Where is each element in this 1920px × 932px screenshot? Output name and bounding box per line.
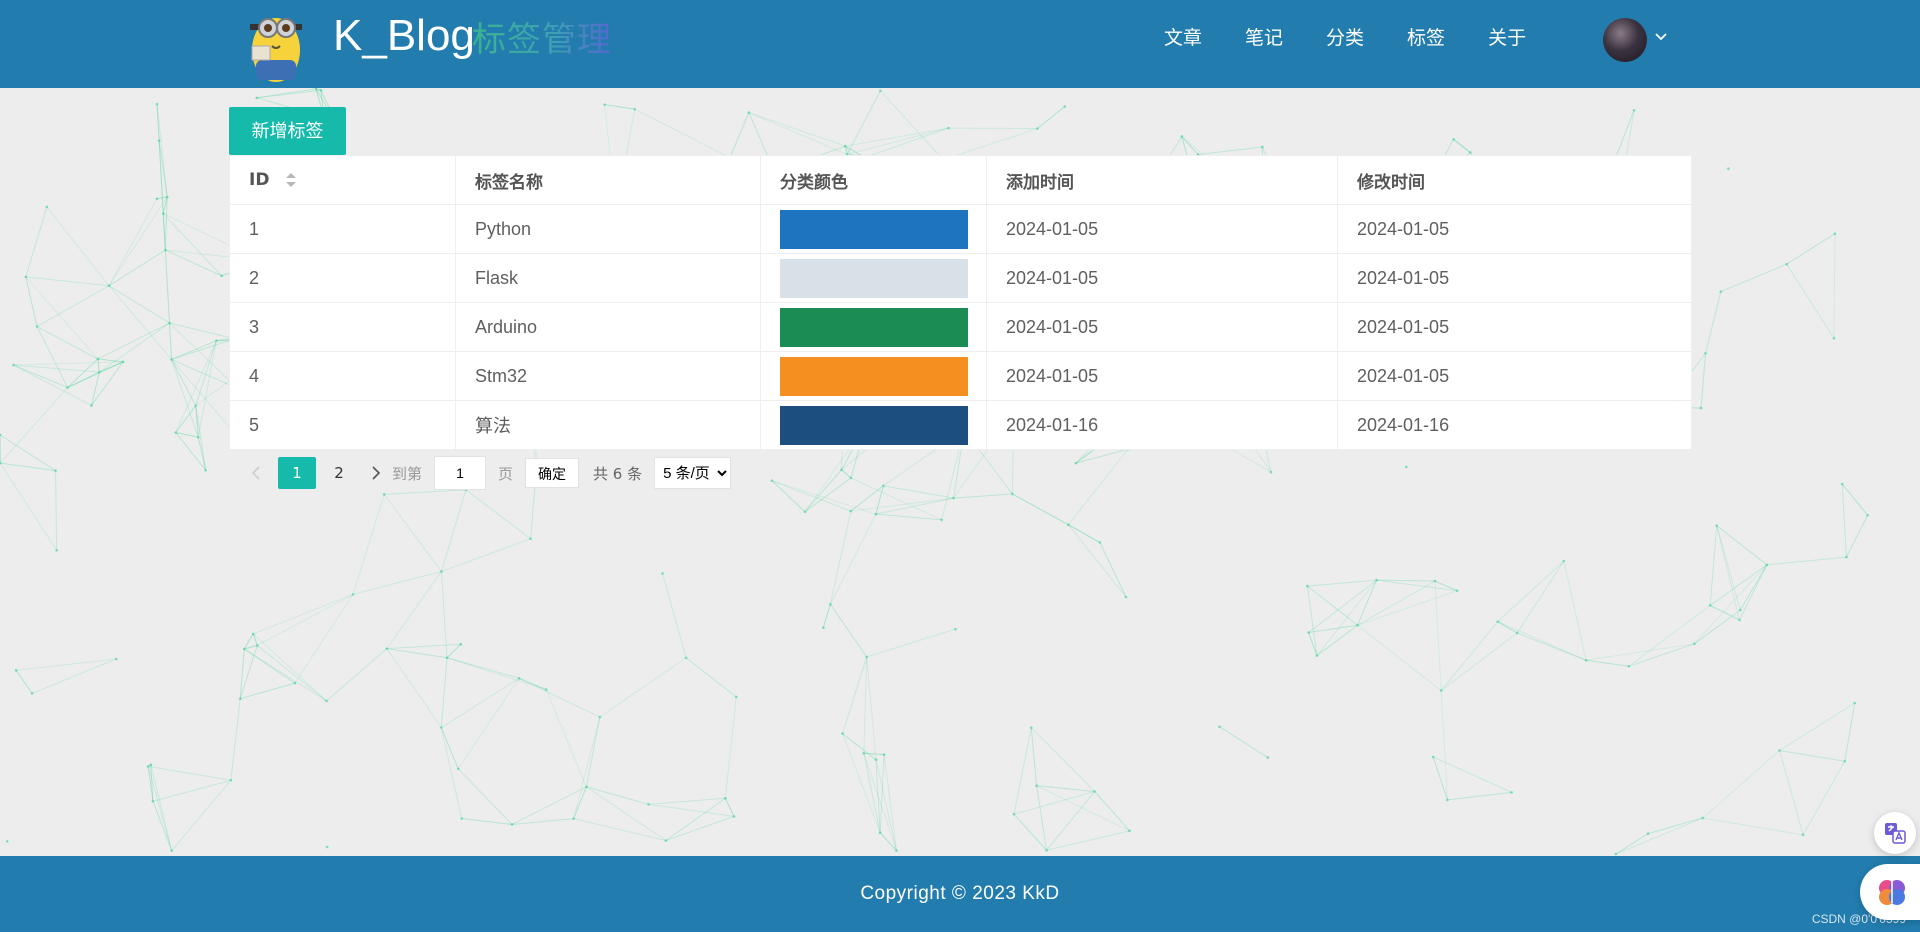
cell-color — [760, 204, 987, 254]
goto-confirm-button[interactable]: 确定 — [525, 458, 580, 488]
translate-icon — [1885, 823, 1906, 844]
cell-modified: 2024-01-05 — [1337, 253, 1692, 303]
nav-item-notes[interactable]: 笔记 — [1245, 24, 1283, 52]
add-tag-button[interactable]: 新增标签 — [229, 107, 346, 155]
page-unit-label: 页 — [498, 464, 514, 483]
column-header-created: 添加时间 — [986, 155, 1338, 205]
cell-tag-name: Arduino — [455, 302, 761, 352]
cell-modified: 2024-01-16 — [1337, 400, 1692, 450]
cell-id: 1 — [229, 204, 456, 254]
cell-created: 2024-01-05 — [986, 351, 1338, 401]
nav-item-tags[interactable]: 标签 — [1407, 24, 1445, 52]
cell-tag-name: Flask — [455, 253, 761, 303]
next-page-icon[interactable] — [366, 456, 386, 490]
total-count: 共 6 条 — [593, 464, 643, 483]
goto-label: 到第 — [392, 464, 423, 483]
table-header-row: ID 标签名称 分类颜色 添加时间 修改时间 — [229, 155, 1692, 205]
table-row[interactable]: 5 算法 2024-01-16 2024-01-16 — [229, 400, 1692, 450]
cell-created: 2024-01-16 — [986, 400, 1338, 450]
cell-tag-name: 算法 — [455, 400, 761, 450]
ai-assistant-button[interactable] — [1860, 864, 1920, 920]
page-title: 标签管理 — [472, 20, 612, 60]
table-row[interactable]: 1 Python 2024-01-05 2024-01-05 — [229, 204, 1692, 254]
avatar[interactable] — [1603, 18, 1647, 62]
column-header-color: 分类颜色 — [760, 155, 987, 205]
cell-id: 3 — [229, 302, 456, 352]
cell-color — [760, 400, 987, 450]
column-header-id[interactable]: ID — [229, 155, 456, 205]
cell-tag-name: Python — [455, 204, 761, 254]
translate-button[interactable] — [1874, 812, 1916, 854]
goto-page-input[interactable] — [434, 456, 487, 490]
nav-item-about[interactable]: 关于 — [1488, 24, 1526, 52]
cell-color — [760, 351, 987, 401]
pagination: 1 2 到第 页 确定 共 6 条 5 条/页 — [246, 456, 732, 490]
color-swatch — [780, 258, 968, 298]
nav-item-categories[interactable]: 分类 — [1326, 24, 1364, 52]
column-header-name: 标签名称 — [455, 155, 761, 205]
color-swatch — [780, 356, 968, 396]
page-button-1[interactable]: 1 — [278, 457, 316, 489]
page: K_Blog 标签管理 文章 笔记 分类 标签 关于 新增标签 ID 标签名称 … — [0, 0, 1920, 932]
table-row[interactable]: 2 Flask 2024-01-05 2024-01-05 — [229, 253, 1692, 303]
cell-created: 2024-01-05 — [986, 302, 1338, 352]
cell-color — [760, 302, 987, 352]
column-header-label: ID — [249, 170, 270, 190]
copyright-text: Copyright © 2023 KkD — [860, 883, 1060, 904]
footer: Copyright © 2023 KkD CSDN @0'0'0599 — [0, 856, 1920, 932]
brand-title[interactable]: K_Blog — [333, 10, 475, 62]
tag-table: ID 标签名称 分类颜色 添加时间 修改时间 1 Python 2024-01-05… — [229, 155, 1692, 450]
top-header: K_Blog 标签管理 文章 笔记 分类 标签 关于 — [0, 0, 1920, 88]
color-swatch — [780, 405, 968, 445]
brain-icon — [1879, 880, 1905, 905]
prev-page-icon[interactable] — [246, 456, 266, 490]
color-swatch — [780, 209, 968, 249]
cell-id: 2 — [229, 253, 456, 303]
table-row[interactable]: 4 Stm32 2024-01-05 2024-01-05 — [229, 351, 1692, 401]
cell-modified: 2024-01-05 — [1337, 302, 1692, 352]
color-swatch — [780, 307, 968, 347]
cell-id: 5 — [229, 400, 456, 450]
nav-item-articles[interactable]: 文章 — [1164, 24, 1202, 52]
page-size-select[interactable]: 5 条/页 — [654, 457, 732, 489]
page-button-2[interactable]: 2 — [320, 457, 358, 489]
table-body: 1 Python 2024-01-05 2024-01-05 2 Flask 2024-01… — [229, 204, 1692, 450]
sort-icon[interactable] — [285, 171, 297, 189]
cell-created: 2024-01-05 — [986, 204, 1338, 254]
chevron-down-icon[interactable] — [1654, 30, 1668, 44]
cell-id: 4 — [229, 351, 456, 401]
cell-created: 2024-01-05 — [986, 253, 1338, 303]
cell-modified: 2024-01-05 — [1337, 204, 1692, 254]
minion-logo-icon — [250, 18, 302, 82]
cell-modified: 2024-01-05 — [1337, 351, 1692, 401]
cell-color — [760, 253, 987, 303]
cell-tag-name: Stm32 — [455, 351, 761, 401]
column-header-modified: 修改时间 — [1337, 155, 1692, 205]
table-row[interactable]: 3 Arduino 2024-01-05 2024-01-05 — [229, 302, 1692, 352]
main-nav: 文章 笔记 分类 标签 关于 — [1164, 24, 1569, 52]
